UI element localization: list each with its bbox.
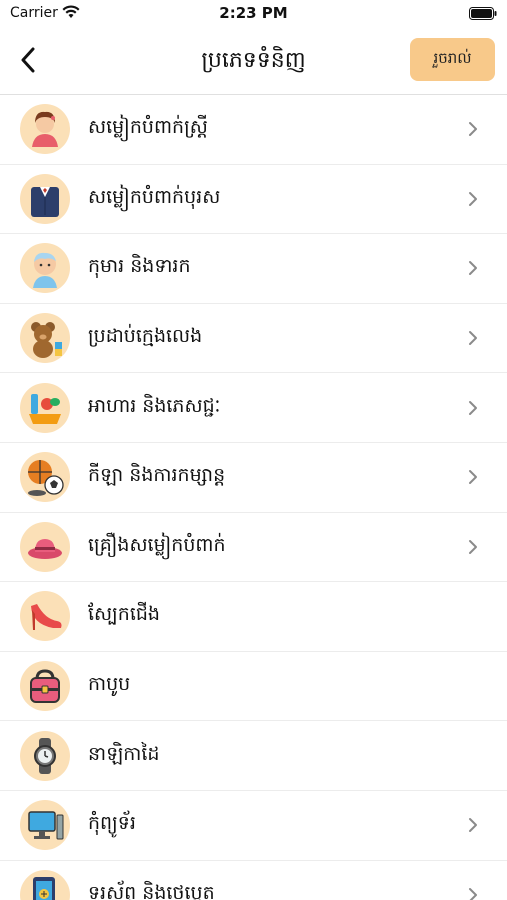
chevron-right-icon: [469, 191, 477, 206]
status-time: 2:23 PM: [219, 4, 288, 22]
chevron-right-icon: [469, 331, 477, 346]
category-row[interactable]: កីឡា និងការកម្សាន្ត: [0, 443, 507, 513]
status-bar: Carrier 2:23 PM: [0, 0, 507, 28]
page-title: ប្រភេទទំនិញ: [201, 48, 306, 73]
computer-icon: [20, 800, 70, 851]
category-label: នាឡិកាដៃ: [88, 742, 160, 765]
bag-icon: [20, 661, 70, 712]
category-row[interactable]: នាឡិកាដៃ: [0, 721, 507, 791]
battery-icon: [469, 7, 497, 20]
category-label: អាហារ និងភេសជ្ជៈ: [88, 394, 221, 417]
category-label: ស្បែកជើង: [88, 603, 160, 626]
category-row[interactable]: កាបូប: [0, 652, 507, 722]
category-row[interactable]: ប្រដាប់ក្មេងលេង: [0, 304, 507, 374]
suit-icon: [20, 173, 70, 224]
chevron-right-icon: [469, 818, 477, 833]
back-button[interactable]: [8, 40, 48, 80]
teddy-bear-icon: [20, 313, 70, 364]
groceries-icon: [20, 382, 70, 433]
hat-icon: [20, 521, 70, 572]
category-row[interactable]: កុមារ និងទារក: [0, 234, 507, 304]
category-label: ប្រដាប់ក្មេងលេង: [88, 325, 203, 348]
baby-icon: [20, 243, 70, 294]
category-row[interactable]: អាហារ និងភេសជ្ជៈ: [0, 373, 507, 443]
woman-icon: [20, 104, 70, 155]
category-row[interactable]: សម្លៀកបំពាក់បុរស: [0, 165, 507, 235]
navigation-bar: ប្រភេទទំនិញ រួចរាល់: [0, 28, 507, 95]
chevron-right-icon: [469, 400, 477, 415]
category-label: គ្រឿងសម្លៀកបំពាក់: [88, 533, 226, 556]
category-row[interactable]: ស្បែកជើង: [0, 582, 507, 652]
category-row[interactable]: សម្លៀកបំពាក់ស្ត្រី: [0, 95, 507, 165]
category-label: កាបូប: [88, 673, 131, 696]
chevron-right-icon: [469, 122, 477, 137]
phone-icon: [20, 869, 70, 900]
category-label: សម្លៀកបំពាក់ស្ត្រី: [88, 116, 208, 139]
chevron-right-icon: [469, 539, 477, 554]
watch-icon: [20, 730, 70, 781]
category-label: កីឡា និងការកម្សាន្ត: [88, 464, 226, 487]
sports-balls-icon: [20, 452, 70, 503]
category-label: ទូរស័ព្ទ និងថេប្លេត: [88, 881, 215, 900]
done-button[interactable]: រួចរាល់: [410, 38, 495, 81]
category-label: កុំព្យូទ័រ: [88, 812, 136, 835]
chevron-right-icon: [469, 470, 477, 485]
category-row[interactable]: គ្រឿងសម្លៀកបំពាក់: [0, 513, 507, 583]
category-label: សម្លៀកបំពាក់បុរស: [88, 185, 221, 208]
category-list: សម្លៀកបំពាក់ស្ត្រីសម្លៀកបំពាក់បុរសកុមារ …: [0, 95, 507, 900]
chevron-left-icon: [21, 47, 35, 73]
category-label: កុមារ និងទារក: [88, 255, 191, 278]
high-heel-icon: [20, 591, 70, 642]
category-row[interactable]: កុំព្យូទ័រ: [0, 791, 507, 861]
chevron-right-icon: [469, 887, 477, 900]
category-row[interactable]: ទូរស័ព្ទ និងថេប្លេត: [0, 861, 507, 900]
chevron-right-icon: [469, 261, 477, 276]
